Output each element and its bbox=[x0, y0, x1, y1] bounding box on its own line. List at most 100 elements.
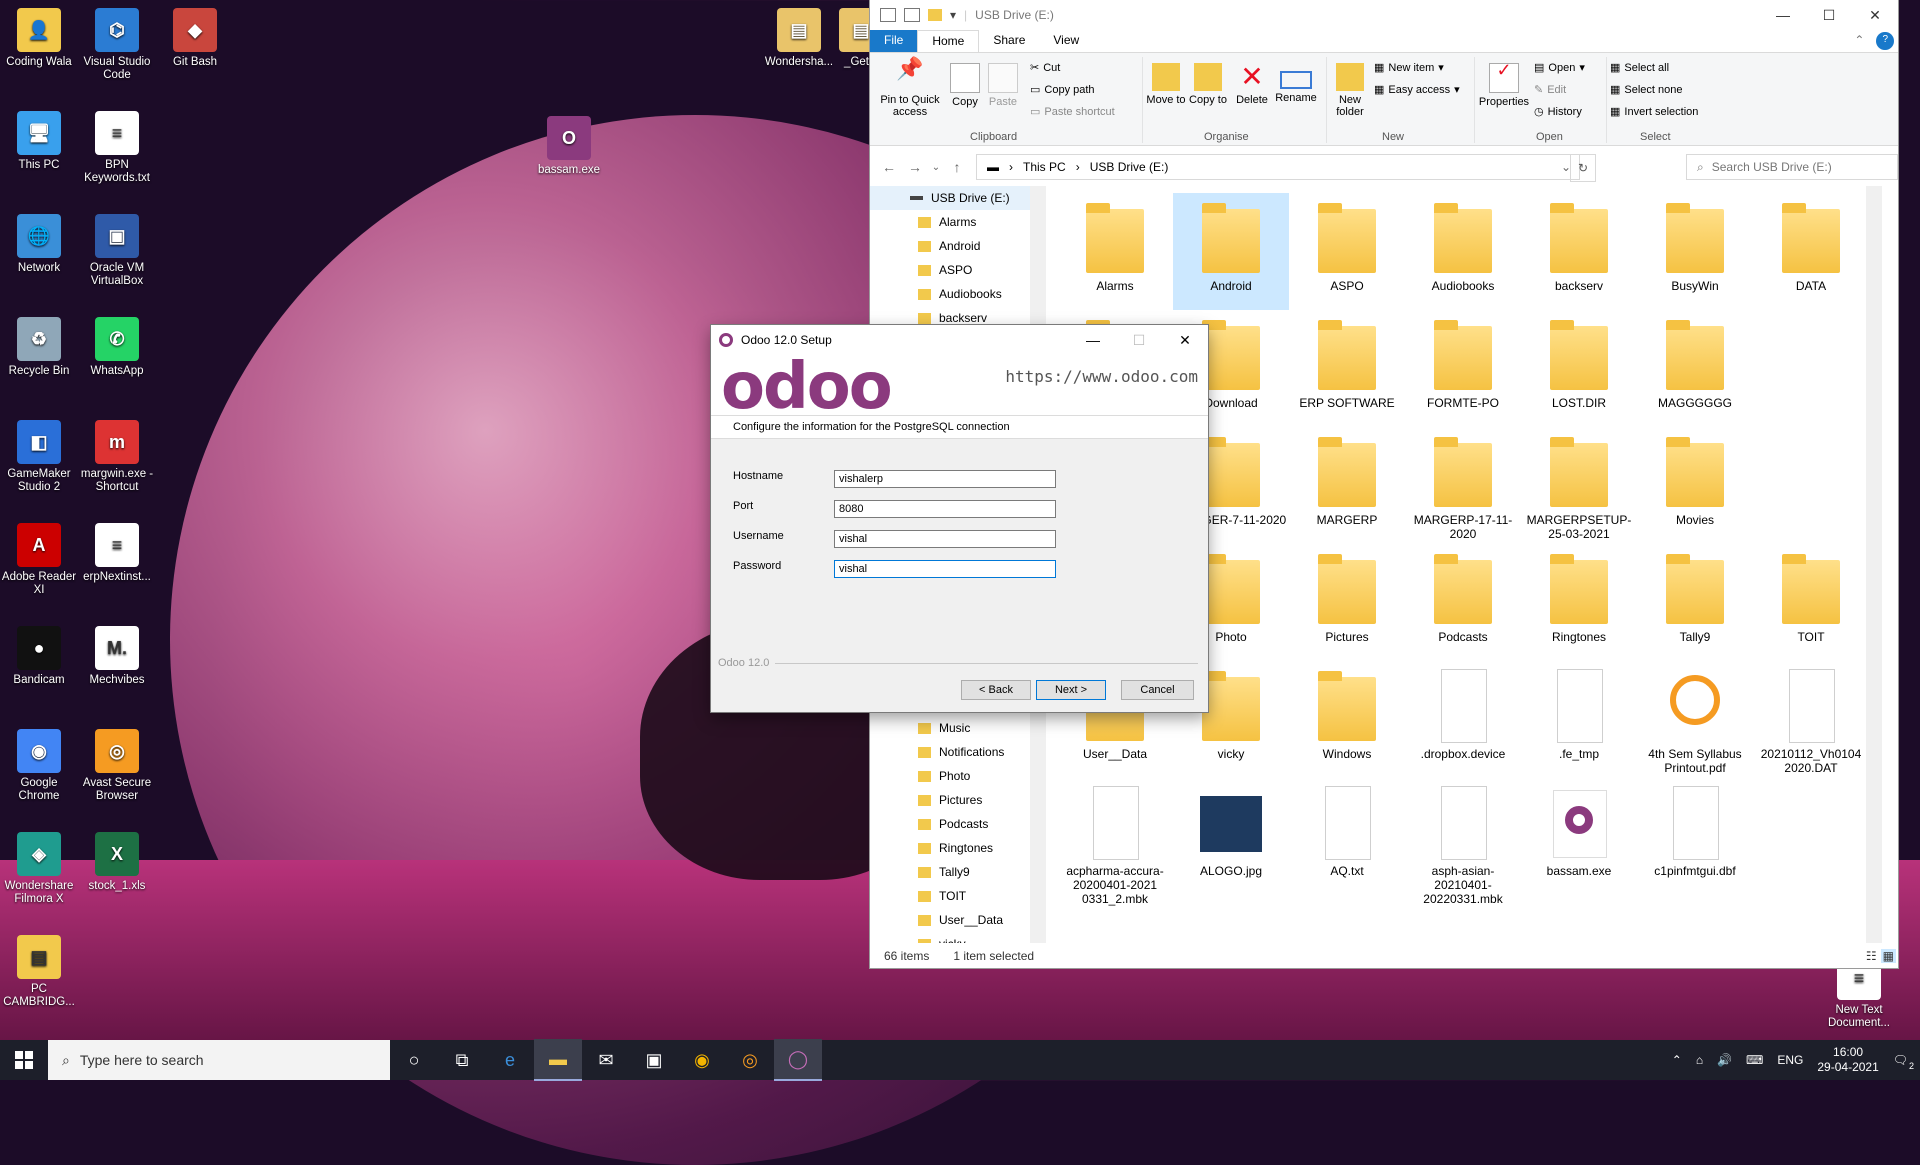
nav-item[interactable]: vicky bbox=[870, 932, 1046, 943]
notifications-icon[interactable]: 🗨 2 bbox=[1893, 1053, 1914, 1071]
back-arrow-icon[interactable]: ← bbox=[876, 159, 902, 175]
cancel-button[interactable]: Cancel bbox=[1121, 680, 1194, 700]
volume-icon[interactable]: 🔊 bbox=[1717, 1053, 1732, 1067]
nav-item[interactable]: Podcasts bbox=[870, 812, 1046, 836]
easy-access-button[interactable]: ▦ Easy access ▾ bbox=[1374, 83, 1460, 97]
large-icons-view-icon[interactable]: ▦ bbox=[1880, 948, 1896, 963]
file-item[interactable]: MARGERP bbox=[1289, 427, 1405, 544]
file-item[interactable]: Movies bbox=[1637, 427, 1753, 544]
move-to-button[interactable]: Move to bbox=[1146, 63, 1186, 106]
nav-item[interactable]: Photo bbox=[870, 764, 1046, 788]
desktop-icon[interactable]: ♻ Recycle Bin bbox=[0, 317, 78, 378]
task-view-icon[interactable]: ⧉ bbox=[438, 1040, 486, 1080]
new-item-button[interactable]: ▦ New item ▾ bbox=[1374, 61, 1444, 75]
nav-item[interactable]: Audiobooks bbox=[870, 282, 1046, 306]
properties-quick-icon[interactable] bbox=[904, 8, 920, 22]
properties-button[interactable]: ✓ Properties bbox=[1478, 61, 1530, 108]
file-item[interactable]: asph-asian-20210401-20220331.mbk bbox=[1405, 778, 1521, 906]
forward-arrow-icon[interactable]: → bbox=[902, 159, 928, 175]
ribbon-collapse-icon[interactable]: ⌃ bbox=[1846, 30, 1872, 52]
select-none-button[interactable]: ▦ Select none bbox=[1610, 83, 1683, 97]
delete-button[interactable]: ✕ Delete bbox=[1232, 63, 1272, 107]
tab-view[interactable]: View bbox=[1039, 30, 1093, 52]
close-button[interactable]: ✕ bbox=[1852, 0, 1898, 30]
desktop-icon[interactable]: ◉ Google Chrome bbox=[0, 729, 78, 803]
file-item[interactable]: Alarms bbox=[1057, 193, 1173, 310]
mail-icon[interactable]: ✉ bbox=[582, 1040, 630, 1080]
tray-chevron-icon[interactable]: ⌃ bbox=[1672, 1053, 1682, 1067]
desktop-icon[interactable]: M. Mechvibes bbox=[78, 626, 156, 687]
cut-button[interactable]: ✂ Cut bbox=[1030, 61, 1060, 75]
dialog-minimize-button[interactable]: — bbox=[1070, 325, 1116, 355]
file-item[interactable]: BusyWin bbox=[1637, 193, 1753, 310]
odoo-setup-taskbar-icon[interactable]: ◯ bbox=[774, 1039, 822, 1081]
up-arrow-icon[interactable]: ↑ bbox=[944, 159, 970, 175]
desktop-icon[interactable]: ⌬ Visual Studio Code bbox=[78, 8, 156, 82]
file-item[interactable]: bassam.exe bbox=[1521, 778, 1637, 895]
invert-selection-button[interactable]: ▦ Invert selection bbox=[1610, 105, 1698, 119]
select-all-button[interactable]: ▦ Select all bbox=[1610, 61, 1669, 75]
paste-shortcut-button[interactable]: ▭ Paste shortcut bbox=[1030, 105, 1115, 119]
language-indicator[interactable]: ENG bbox=[1777, 1053, 1803, 1067]
tab-home[interactable]: Home bbox=[917, 30, 980, 52]
tab-share[interactable]: Share bbox=[979, 30, 1039, 52]
open-button[interactable]: ▤ Open ▾ bbox=[1534, 61, 1585, 75]
file-item[interactable]: DATA bbox=[1753, 193, 1869, 310]
desktop-icon[interactable]: ◈ Wondershare Filmora X bbox=[0, 832, 78, 906]
file-item[interactable]: 20210112_Vh0104 2020.DAT bbox=[1753, 661, 1869, 778]
breadcrumb-usb-drive[interactable]: USB Drive (E:) bbox=[1090, 160, 1169, 174]
file-item[interactable]: TOIT bbox=[1753, 544, 1869, 661]
file-item[interactable]: AQ.txt bbox=[1289, 778, 1405, 895]
file-item[interactable]: 4th Sem Syllabus Printout.pdf bbox=[1637, 661, 1753, 778]
chrome-icon[interactable]: ◉ bbox=[678, 1040, 726, 1080]
file-item[interactable]: backserv bbox=[1521, 193, 1637, 310]
file-explorer-taskbar-icon[interactable]: ▬ bbox=[534, 1039, 582, 1081]
copy-to-button[interactable]: Copy to bbox=[1188, 63, 1228, 106]
nav-item[interactable]: Music bbox=[870, 716, 1046, 740]
details-view-icon[interactable]: ☷ bbox=[1866, 949, 1877, 963]
desktop-icon[interactable]: 🖥 This PC bbox=[0, 111, 78, 172]
file-item[interactable]: LOST.DIR bbox=[1521, 310, 1637, 427]
cortana-icon[interactable]: ○ bbox=[390, 1040, 438, 1080]
keyboard-icon[interactable]: ⌨ bbox=[1746, 1053, 1763, 1067]
store-icon[interactable]: ▣ bbox=[630, 1040, 678, 1080]
taskbar-search[interactable]: ⌕ Type here to search bbox=[48, 1040, 390, 1080]
avast-browser-icon[interactable]: ◎ bbox=[726, 1040, 774, 1080]
nav-item[interactable]: User__Data bbox=[870, 908, 1046, 932]
nav-item[interactable]: Pictures bbox=[870, 788, 1046, 812]
network-icon[interactable]: ⌂ bbox=[1696, 1053, 1703, 1067]
nav-item[interactable]: Alarms bbox=[870, 210, 1046, 234]
file-item[interactable]: FORMTE-PO bbox=[1405, 310, 1521, 427]
file-item[interactable]: Pictures bbox=[1289, 544, 1405, 661]
tab-file[interactable]: File bbox=[870, 30, 918, 52]
dialog-close-button[interactable]: ✕ bbox=[1162, 325, 1208, 355]
password-field[interactable]: vishal bbox=[834, 560, 1056, 578]
paste-button[interactable]: Paste bbox=[986, 63, 1020, 108]
odoo-url[interactable]: https://www.odoo.com bbox=[1005, 367, 1198, 386]
edit-button[interactable]: ✎ Edit bbox=[1534, 83, 1566, 97]
file-item[interactable]: c1pinfmtgui.dbf bbox=[1637, 778, 1753, 895]
nav-item[interactable]: Android bbox=[870, 234, 1046, 258]
file-item[interactable]: ERP SOFTWARE bbox=[1289, 310, 1405, 427]
edge-icon[interactable]: e bbox=[486, 1040, 534, 1080]
refresh-icon[interactable]: ↻ bbox=[1570, 154, 1596, 182]
nav-item[interactable]: TOIT bbox=[870, 884, 1046, 908]
desktop-icon[interactable]: Xstock_1.xls bbox=[78, 832, 156, 893]
help-icon[interactable]: ? bbox=[1876, 32, 1894, 50]
file-item[interactable]: MAGGGGGG bbox=[1637, 310, 1753, 427]
pin-quick-access-button[interactable]: 📌 Pin to Quick access bbox=[878, 58, 942, 119]
port-field[interactable]: 8080 bbox=[834, 500, 1056, 518]
desktop-icon[interactable]: ● Bandicam bbox=[0, 626, 78, 687]
file-item[interactable]: ASPO bbox=[1289, 193, 1405, 310]
username-field[interactable]: vishal bbox=[834, 530, 1056, 548]
new-folder-button[interactable]: New folder bbox=[1330, 63, 1370, 118]
recent-dropdown-icon[interactable]: ⌄ bbox=[928, 162, 944, 173]
search-box[interactable]: ⌕ Search USB Drive (E:) bbox=[1686, 154, 1898, 180]
breadcrumb-this-pc[interactable]: This PC bbox=[1023, 160, 1066, 174]
file-item[interactable]: Tally9 bbox=[1637, 544, 1753, 661]
nav-item[interactable]: USB Drive (E:) bbox=[870, 186, 1046, 210]
file-item[interactable]: MARGERP-17-11-2020 bbox=[1405, 427, 1521, 544]
clock[interactable]: 16:00 29-04-2021 bbox=[1817, 1045, 1878, 1075]
history-button[interactable]: ◷ History bbox=[1534, 105, 1582, 119]
desktop-icon[interactable]: ✆ WhatsApp bbox=[78, 317, 156, 378]
